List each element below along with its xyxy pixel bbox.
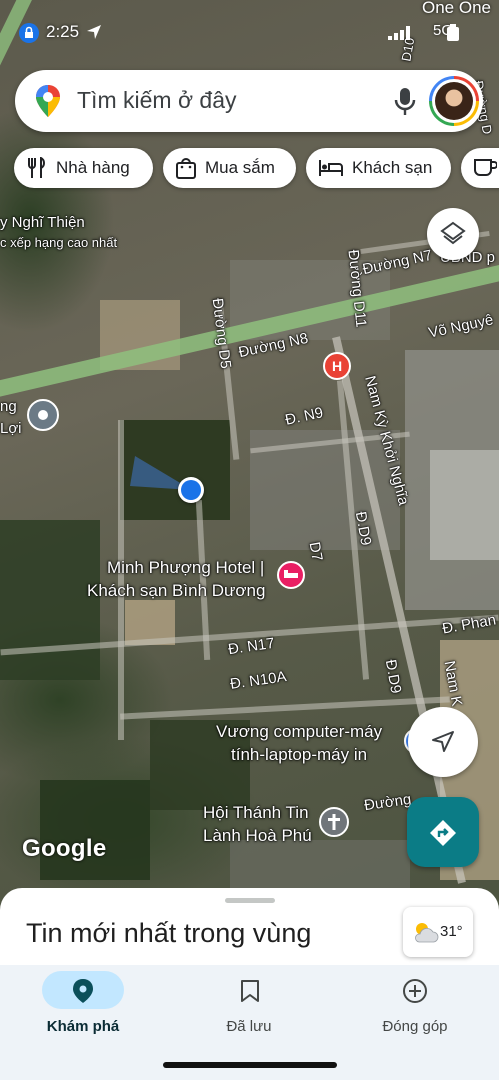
search-input[interactable]: Tìm kiếm ở đây: [77, 87, 237, 114]
map-label: Đường: [363, 790, 413, 815]
coffee-icon: [474, 159, 497, 176]
chip-shopping[interactable]: Mua sắm: [163, 148, 296, 188]
bed-icon: [319, 160, 343, 176]
nav-saved[interactable]: Đã lưu: [166, 965, 332, 1055]
add-circle-icon: [403, 979, 427, 1003]
home-indicator[interactable]: [163, 1062, 337, 1068]
directions-button[interactable]: [407, 797, 479, 867]
nav-contribute[interactable]: Đóng góp: [332, 965, 498, 1055]
chip-coffee[interactable]: [461, 148, 499, 188]
sheet-handle[interactable]: [225, 898, 275, 903]
layers-button[interactable]: [427, 208, 479, 260]
chip-label: Nhà hàng: [56, 158, 130, 177]
chip-hotels[interactable]: Khách sạn: [306, 148, 451, 188]
hospital-icon[interactable]: H: [322, 351, 352, 385]
map-label: Đ. N9: [283, 404, 325, 429]
map-label: ng: [0, 398, 17, 415]
map-label: Lợi: [0, 420, 22, 437]
map-label-poi[interactable]: tính-laptop-máy in: [231, 745, 367, 765]
bookmark-icon: [241, 980, 259, 1002]
carrier-name: One One: [422, 0, 491, 17]
map-label-hotel[interactable]: Minh Phượng Hotel |: [107, 558, 264, 578]
lock-icon: [19, 23, 39, 43]
nav-label: Khám phá: [46, 1018, 120, 1035]
nav-label: Đã lưu: [226, 1018, 272, 1035]
shopping-bag-icon: [176, 158, 196, 179]
layers-icon: [440, 221, 466, 245]
map-label: Đ.D9: [381, 658, 405, 695]
sheet-title: Tin mới nhất trong vùng: [26, 918, 312, 948]
directions-icon: [430, 820, 456, 846]
nav-label: Đóng góp: [382, 1018, 448, 1035]
map-terrain: [40, 780, 150, 880]
map-label: Đ. N10A: [229, 668, 288, 693]
microphone-icon[interactable]: [393, 87, 417, 117]
partly-cloudy-icon: [415, 923, 439, 943]
chip-label: Mua sắm: [205, 158, 275, 177]
status-bar: 2:25 One One 5G: [0, 0, 499, 48]
battery-icon: [447, 24, 459, 41]
chip-label: Khách sạn: [352, 158, 433, 177]
map-label-hotel[interactable]: Khách sạn Bình Dương: [87, 581, 265, 601]
map-label: y Nghĩ Thiện: [0, 214, 85, 231]
weather-temperature: 31°: [440, 923, 463, 940]
restaurant-icon: [28, 157, 45, 178]
map-road: [118, 420, 124, 740]
map-label-poi[interactable]: Hội Thánh Tin: [203, 803, 309, 823]
explore-pin-icon: [73, 979, 93, 1003]
map-terrain: [0, 520, 100, 680]
google-maps-pin-icon: [36, 85, 60, 117]
search-bar[interactable]: Tìm kiếm ở đây: [15, 70, 483, 132]
nav-explore[interactable]: Khám phá: [0, 965, 166, 1055]
map-label: D7: [305, 540, 326, 563]
google-attribution: Google: [22, 835, 107, 862]
status-time: 2:25: [46, 22, 80, 41]
map-terrain: [230, 840, 410, 890]
map-label: c xếp hạng cao nhất: [0, 235, 118, 250]
signal-icon: [388, 26, 410, 40]
map-label-poi[interactable]: Vương computer-máy: [216, 722, 382, 742]
map-label: Đ. Phan: [440, 611, 498, 638]
current-location-dot: [178, 477, 204, 503]
church-icon[interactable]: [318, 806, 350, 838]
chip-restaurants[interactable]: Nhà hàng: [14, 148, 153, 188]
my-location-button[interactable]: [408, 707, 478, 777]
map-terrain: [430, 450, 499, 560]
account-avatar[interactable]: [429, 76, 479, 126]
hotel-icon[interactable]: [276, 560, 306, 594]
map-label: Võ Nguyê: [426, 311, 495, 342]
map-pin-icon[interactable]: [26, 398, 60, 436]
svg-text:H: H: [332, 358, 342, 374]
location-arrow-icon: [87, 25, 101, 39]
map-road: [120, 696, 450, 720]
navigation-arrow-icon: [432, 731, 454, 752]
map-label-poi[interactable]: Lành Hoà Phú: [203, 826, 312, 846]
weather-badge[interactable]: 31°: [403, 907, 473, 957]
